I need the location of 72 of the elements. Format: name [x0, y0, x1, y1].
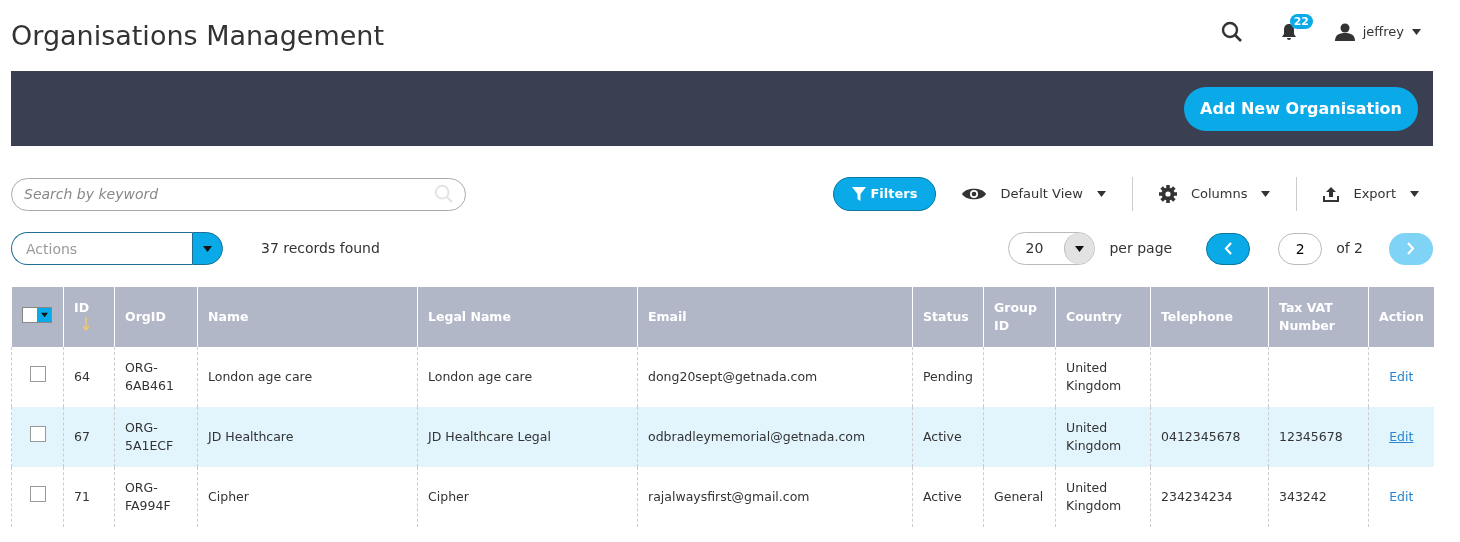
caret-icon: [40, 311, 48, 318]
caret-icon: [1412, 28, 1421, 35]
table-cell: dong20sept@getnada.com: [648, 368, 818, 384]
page-title: Organisations Management: [11, 22, 385, 49]
eye-icon: [962, 187, 987, 201]
table-cell: 71: [74, 488, 90, 504]
previous-page-button[interactable]: [1206, 232, 1251, 265]
table-cell: 234234234: [1161, 488, 1233, 504]
filter-icon: [852, 187, 867, 201]
bell-icon[interactable]: [1280, 23, 1297, 42]
search-field[interactable]: Search by keyword: [11, 177, 466, 211]
row-checkbox[interactable]: [29, 486, 46, 503]
page-count: of 2: [1336, 239, 1363, 258]
table-cell: Active: [923, 488, 962, 504]
dropdown-button[interactable]: [192, 232, 223, 265]
user-name[interactable]: jeffrey: [1362, 21, 1404, 42]
filters-button[interactable]: Filters: [833, 177, 937, 211]
table-cell: 12345678: [1279, 428, 1343, 444]
chevron-right-icon: [1407, 242, 1415, 255]
search-icon: [434, 183, 454, 204]
table-cell: odbradleymemorial@getnada.com: [648, 428, 866, 444]
page-number-field[interactable]: 2: [1278, 232, 1323, 265]
table-cell: London age care: [208, 368, 313, 384]
caret-icon: [1075, 245, 1085, 252]
column-header[interactable]: OrgID: [125, 307, 166, 327]
gear-icon: [1158, 185, 1177, 203]
column-header[interactable]: ID: [74, 298, 90, 317]
row-checkbox[interactable]: [29, 426, 46, 443]
export-dropdown[interactable]: Export: [1309, 180, 1433, 208]
table-cell: 0412345678: [1161, 428, 1241, 444]
row-checkbox[interactable]: [29, 366, 46, 383]
table-cell: ORG-6AB461: [125, 359, 174, 393]
table-cell: United Kingdom: [1066, 479, 1122, 513]
edit-link[interactable]: Edit: [1389, 368, 1414, 384]
chevron-left-icon: [1224, 242, 1233, 255]
table-cell: United Kingdom: [1066, 359, 1122, 393]
table-cell: 64: [74, 368, 90, 384]
column-header[interactable]: Country: [1066, 307, 1122, 327]
table-cell: JD Healthcare Legal: [428, 428, 551, 444]
actions-field[interactable]: Actions: [11, 232, 192, 265]
notification-count: 22: [1289, 13, 1313, 29]
table-cell: rajalwaysfirst@gmail.com: [648, 488, 810, 504]
table-cell: 343242: [1279, 488, 1327, 504]
column-header[interactable]: Name: [208, 307, 249, 327]
records-count: 37 records found: [261, 239, 380, 258]
select-all-checkbox[interactable]: [22, 306, 52, 323]
add-organisation-button[interactable]: Add New Organisation: [1184, 86, 1418, 131]
table-cell: Pending: [923, 368, 973, 384]
table-cell: Cipher: [428, 488, 469, 504]
table-cell: London age care: [428, 368, 533, 384]
column-header[interactable]: Legal Name: [428, 307, 511, 327]
user-icon: [1334, 22, 1355, 41]
view-dropdown[interactable]: Default View: [948, 180, 1120, 208]
edit-link[interactable]: Edit: [1389, 488, 1414, 504]
table-cell: Active: [923, 428, 962, 444]
columns-dropdown[interactable]: Columns: [1144, 180, 1285, 208]
edit-link[interactable]: Edit: [1389, 428, 1414, 444]
table-cell: ORG-5A1ECF: [125, 419, 174, 453]
table-cell: Cipher: [208, 488, 249, 504]
column-header[interactable]: Email: [648, 307, 687, 327]
table-cell: General: [994, 488, 1044, 504]
caret-icon: [1410, 191, 1419, 197]
table-cell: JD Healthcare: [208, 428, 294, 444]
table-cell: United Kingdom: [1066, 419, 1122, 453]
upload-icon: [1323, 186, 1340, 202]
per-page-label: per page: [1109, 239, 1173, 258]
table-cell: 67: [74, 428, 90, 444]
caret-icon: [1096, 191, 1106, 197]
caret-icon: [1261, 191, 1271, 197]
search-icon[interactable]: [1220, 20, 1243, 43]
table-cell: ORG-FA994F: [125, 479, 171, 513]
caret-icon: [203, 245, 212, 252]
